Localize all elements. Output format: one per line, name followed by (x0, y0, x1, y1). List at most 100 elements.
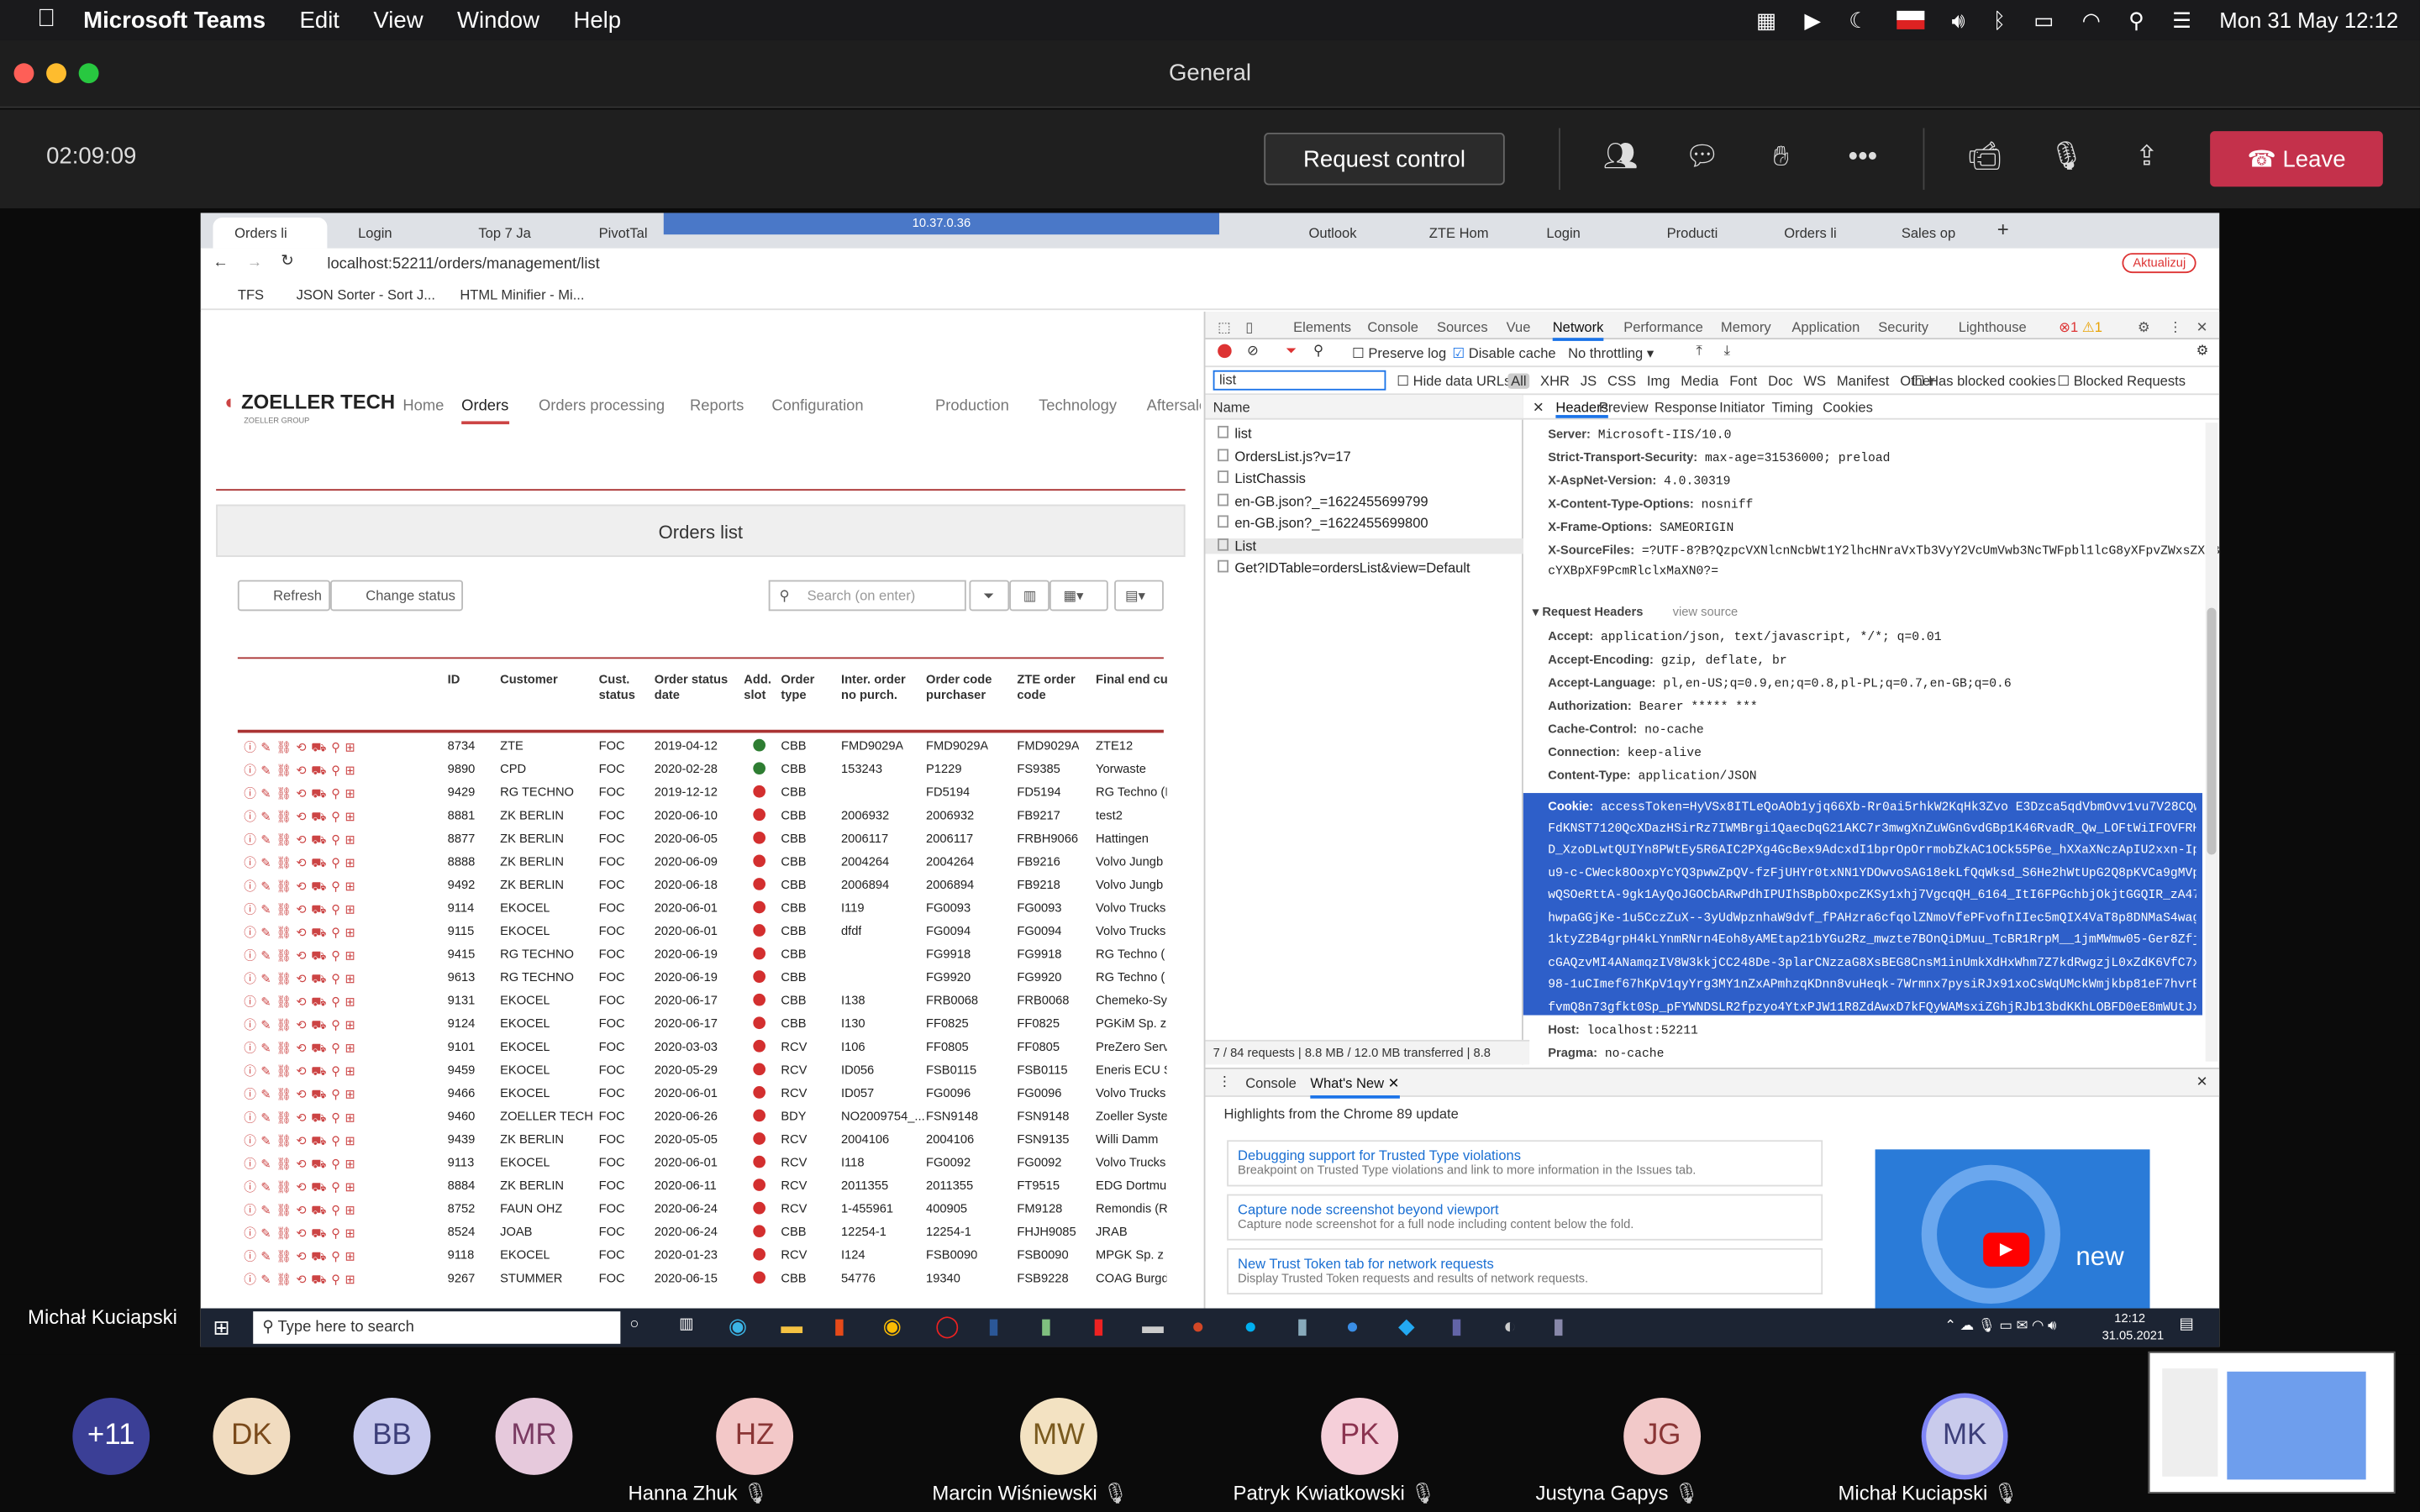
news-title[interactable]: New Trust Token tab for network requests (1238, 1256, 1812, 1271)
search-box[interactable]: ⚲ Search (on enter) (768, 580, 966, 612)
bookmark-tfs[interactable]: TFS (238, 287, 264, 302)
table-row[interactable]: ⓘ✎⛓⟲⛟⚲⊞ 9114 EKOCEL FOC 2020-06-01 CBB I119 FG0… (238, 898, 1165, 921)
change-status-button[interactable]: Change status (330, 580, 464, 612)
view-source-link[interactable]: view source (1673, 605, 1739, 619)
detail-tab-preview[interactable]: Preview (1599, 400, 1649, 415)
nav-aftersales[interactable]: Aftersales (1147, 398, 1201, 415)
play-icon[interactable]: ▶ (1804, 7, 1821, 33)
back-icon[interactable]: ← (213, 255, 228, 271)
header-line[interactable]: Cache-Control: no-cache (1548, 722, 1704, 738)
app-icon[interactable]: ▮ (1553, 1313, 1565, 1339)
header-line[interactable]: Content-Type: application/JSON (1548, 769, 1756, 784)
browser-tab[interactable]: Login (336, 218, 450, 249)
header-line[interactable]: Pragma: no-cache (1548, 1046, 1664, 1061)
row-action-icons[interactable]: ⓘ✎⛓⟲⛟⚲⊞ (244, 994, 360, 1011)
type-filter-media[interactable]: Media (1681, 373, 1718, 388)
bookmark-html-minifier[interactable]: HTML Minifier - Mi... (460, 287, 584, 302)
settings-icon[interactable]: ⚙ (2138, 319, 2150, 336)
remote-desktop-bar[interactable]: 10.37.0.36 (663, 213, 1219, 235)
spotlight-search-icon[interactable]: ⚲ (2128, 7, 2144, 33)
browser-tab[interactable]: Top 7 Ja (457, 218, 571, 249)
request-item[interactable]: list (1218, 425, 1252, 441)
tab-security[interactable]: Security (1878, 319, 1928, 334)
camera-off-icon[interactable]: 📹︎ (1965, 140, 2005, 173)
drawer-menu-icon[interactable]: ⋮ (1218, 1074, 1232, 1090)
update-button[interactable]: Aktualizuj (2122, 253, 2197, 274)
type-filter-css[interactable]: CSS (1607, 373, 1636, 388)
cookie-line[interactable]: cGAQzvMI4ANamqzIV8W3kkjCC248De-3plarCNzz… (1548, 956, 2196, 970)
cortana-icon[interactable]: ○ (629, 1316, 639, 1333)
office-icon[interactable]: ▮ (834, 1313, 845, 1339)
control-center-icon[interactable]: ☰ (2172, 7, 2191, 33)
more-options-icon[interactable]: ••• (1843, 140, 1883, 173)
tab-network[interactable]: Network (1552, 319, 1604, 341)
columns-button[interactable]: ▥ (1009, 580, 1050, 612)
row-action-icons[interactable]: ⓘ✎⛓⟲⛟⚲⊞ (244, 855, 360, 872)
forward-icon[interactable]: → (247, 255, 262, 271)
table-row[interactable]: ⓘ✎⛓⟲⛟⚲⊞ 8524 JOAB FOC 2020-06-24 CBB 12254-1 12… (238, 1222, 1164, 1246)
nav-orders[interactable]: Orders (461, 398, 509, 425)
row-action-icons[interactable]: ⓘ✎⛓⟲⛟⚲⊞ (244, 1063, 360, 1079)
participant-avatar[interactable]: MR (495, 1398, 573, 1475)
calendar-icon[interactable]: ▦ (1756, 7, 1776, 33)
menu-view[interactable]: View (373, 7, 423, 33)
edge-icon[interactable]: ◉ (729, 1313, 747, 1339)
notepad-icon[interactable]: ▮ (1040, 1313, 1052, 1339)
blocked-requests-checkbox[interactable]: ☐ Blocked Requests (2057, 373, 2186, 390)
participant-avatar[interactable]: MK (1926, 1398, 2004, 1475)
request-item[interactable]: Get?IDTable=ordersList&view=Default (1218, 559, 1470, 575)
table-row[interactable]: ⓘ✎⛓⟲⛟⚲⊞ 9439 ZK BERLIN FOC 2020-05-05 RCV 2004… (238, 1129, 1164, 1152)
row-action-icons[interactable]: ⓘ✎⛓⟲⛟⚲⊞ (244, 1225, 360, 1242)
apple-icon[interactable]:  (37, 6, 55, 34)
skype-icon[interactable]: ● (1244, 1313, 1257, 1337)
table-row[interactable]: ⓘ✎⛓⟲⛟⚲⊞ 9118 EKOCEL FOC 2020-01-23 RCV I124 FSB… (238, 1245, 1164, 1268)
table-row[interactable]: ⓘ✎⛓⟲⛟⚲⊞ 9101 EKOCEL FOC 2020-03-03 RCV I106 FF0… (238, 1037, 1167, 1060)
table-row[interactable]: ⓘ✎⛓⟲⛟⚲⊞ 9415 RG TECHNO FOC 2020-06-19 CBB FG99… (238, 944, 1165, 968)
request-item[interactable]: en-GB.json?_=1622455699799 (1218, 492, 1428, 508)
request-item[interactable]: OrdersList.js?v=17 (1218, 448, 1351, 464)
header-line[interactable]: Host: localhost:52211 (1548, 1023, 1698, 1038)
device-icon[interactable]: ▯ (1245, 319, 1253, 336)
headers-scrollbar[interactable] (2205, 423, 2218, 1062)
close-detail-icon[interactable]: ✕ (1533, 400, 1544, 417)
request-headers-section[interactable]: ▾ Request Headers view source (1533, 605, 1738, 620)
col-inter-order[interactable]: Inter. order no purch. (841, 673, 918, 704)
row-action-icons[interactable]: ⓘ✎⛓⟲⛟⚲⊞ (244, 948, 360, 964)
news-title[interactable]: Debugging support for Trusted Type viola… (1238, 1148, 1812, 1163)
cookie-line[interactable]: hwpaGGjKe-1u5CczZuX--3yUdWpznhaW9dvf_fPA… (1548, 911, 2196, 926)
browser-tab[interactable]: Sales op (1880, 218, 1994, 249)
row-action-icons[interactable]: ⓘ✎⛓⟲⛟⚲⊞ (244, 1179, 360, 1195)
row-action-icons[interactable]: ⓘ✎⛓⟲⛟⚲⊞ (244, 1110, 360, 1126)
type-filter-js[interactable]: JS (1581, 373, 1597, 388)
type-filter-all[interactable]: All (1507, 373, 1530, 389)
mic-off-icon[interactable]: 🎙︎ (2046, 140, 2086, 173)
table-row[interactable]: ⓘ✎⛓⟲⛟⚲⊞ 9267 STUMMER FOC 2020-06-15 CBB 54776 1… (238, 1268, 1167, 1292)
tab-console[interactable]: Console (1367, 319, 1418, 334)
tab-sources[interactable]: Sources (1437, 319, 1488, 334)
folder-icon[interactable]: ▬ (781, 1313, 802, 1337)
tab-memory[interactable]: Memory (1721, 319, 1771, 334)
header-line[interactable]: X-AspNet-Version: 4.0.30319 (1548, 474, 1730, 489)
tray-icons[interactable]: ⌃ ☁ 🎙︎ ▭ ✉ ◠ 🔊︎ (1944, 1318, 2056, 1335)
has-blocked-checkbox[interactable]: ☐ Has blocked cookies (1912, 373, 2056, 390)
search-icon[interactable]: ⚲ (1313, 343, 1323, 360)
nav-home[interactable]: Home (402, 398, 444, 415)
app-icon[interactable]: ▮ (1297, 1313, 1308, 1339)
video-thumbnail[interactable]: ▶ new (1875, 1149, 2150, 1309)
row-action-icons[interactable]: ⓘ✎⛓⟲⛟⚲⊞ (244, 739, 360, 756)
flag-icon[interactable] (1896, 10, 1924, 29)
drawer-tab-whats-new[interactable]: What's New ✕ (1310, 1075, 1400, 1099)
detail-tab-initiator[interactable]: Initiator (1719, 400, 1765, 415)
table-row[interactable]: ⓘ✎⛓⟲⛟⚲⊞ 9460 ZOELLER TECH FOC 2020-06-26 BDY N… (238, 1106, 1167, 1130)
tab-lighthouse[interactable]: Lighthouse (1959, 319, 2027, 334)
header-line[interactable]: Accept-Encoding: gzip, deflate, br (1548, 653, 1786, 668)
request-item[interactable]: List (1205, 538, 1523, 554)
cookie-line[interactable]: wQSOeRttA-9gk1AyQoJGOCbARwPdhIPUIhSBpbOx… (1548, 889, 2196, 903)
menu-edit[interactable]: Edit (299, 7, 339, 33)
table-row[interactable]: ⓘ✎⛓⟲⛟⚲⊞ 9115 EKOCEL FOC 2020-06-01 CBB dfdf FG0… (238, 921, 1165, 945)
cookie-line[interactable]: FdKNST7120QcXDazHSirRz7IWMBrgi1QaecDqG21… (1548, 822, 2196, 836)
col-final-end[interactable]: Final end cu (1096, 673, 1173, 688)
type-filter-img[interactable]: Img (1647, 373, 1670, 388)
teams-icon[interactable]: ▮ (1450, 1313, 1462, 1339)
col-order-status-date[interactable]: Order status date (655, 673, 732, 704)
